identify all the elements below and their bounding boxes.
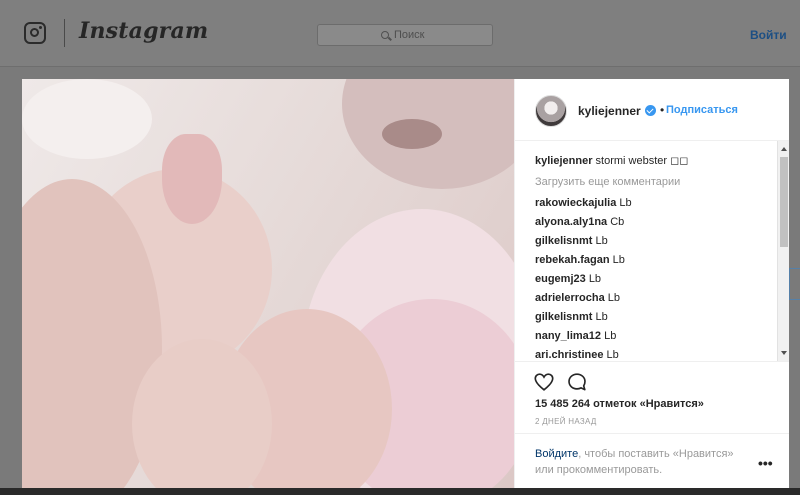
caption: kyliejenner stormi webster ◻◻ <box>535 154 688 167</box>
search-placeholder: Поиск <box>394 29 425 41</box>
comment-text: Lb <box>604 330 617 342</box>
separator-dot: • <box>660 103 665 117</box>
list-item: rebekah.fagan Lb <box>535 254 625 266</box>
comment-username[interactable]: rebekah.fagan <box>535 254 610 266</box>
comment-username[interactable]: rakowieckajulia <box>535 197 616 209</box>
background-page-element <box>789 268 800 300</box>
post-modal: kyliejenner • Подписаться kyliejenner st… <box>22 79 789 488</box>
post-photo[interactable] <box>22 79 514 488</box>
instagram-camera-icon[interactable] <box>24 22 46 44</box>
scroll-up-arrow-icon[interactable] <box>781 147 787 151</box>
search-icon <box>381 31 389 39</box>
comment-username[interactable]: gilkelisnmt <box>535 235 592 247</box>
login-prompt-text: Войдите, чтобы поставить «Нравится» или … <box>535 446 745 478</box>
heart-icon[interactable] <box>533 371 555 393</box>
comments-scrollbar[interactable] <box>777 141 789 361</box>
post-timestamp[interactable]: 2 ДНЕЙ НАЗАД <box>535 417 597 426</box>
comment-username[interactable]: nany_lima12 <box>535 330 601 342</box>
list-item: alyona.aly1na Cb <box>535 216 624 228</box>
photo-shape <box>382 119 442 149</box>
instagram-wordmark[interactable]: Instagram <box>79 18 208 44</box>
list-item: rakowieckajulia Lb <box>535 197 632 209</box>
bottom-strip <box>0 488 800 495</box>
comments-list[interactable]: kyliejenner stormi webster ◻◻ Загрузить … <box>515 141 776 361</box>
comment-bubble-icon[interactable] <box>566 371 588 393</box>
avatar[interactable] <box>535 95 567 127</box>
likes-count[interactable]: 15 485 264 отметок «Нравится» <box>535 398 704 410</box>
caption-text: stormi webster ◻◻ <box>595 155 689 167</box>
comment-username[interactable]: ari.christinee <box>535 349 603 361</box>
list-item: adrielerrocha Lb <box>535 292 620 304</box>
list-item: eugemj23 Lb <box>535 273 601 285</box>
comment-text: Lb <box>612 254 625 266</box>
post-actions: 15 485 264 отметок «Нравится» 2 ДНЕЙ НАЗ… <box>515 361 789 433</box>
comment-text: Lb <box>595 311 608 323</box>
list-item: nany_lima12 Lb <box>535 330 616 342</box>
verified-badge-icon <box>645 105 656 116</box>
scrollbar-thumb[interactable] <box>780 157 788 247</box>
more-options-icon[interactable]: ••• <box>758 455 773 471</box>
comment-text: Lb <box>607 292 621 304</box>
author-username[interactable]: kyliejenner <box>578 104 641 118</box>
comment-text: Lb <box>606 349 619 361</box>
search-input[interactable]: Поиск <box>317 24 493 46</box>
caption-username[interactable]: kyliejenner <box>535 155 592 167</box>
comment-username[interactable]: eugemj23 <box>535 273 586 285</box>
comment-username[interactable]: gilkelisnmt <box>535 311 592 323</box>
comment-username[interactable]: alyona.aly1na <box>535 216 607 228</box>
list-item: gilkelisnmt Lb <box>535 311 608 323</box>
comment-text: Cb <box>610 216 625 228</box>
comment-text: Lb <box>588 273 602 285</box>
comment-text: Lb <box>619 197 632 209</box>
post-header: kyliejenner • Подписаться <box>515 79 789 141</box>
login-link[interactable]: Войти <box>750 28 787 42</box>
comment-username[interactable]: adrielerrocha <box>535 292 605 304</box>
follow-button[interactable]: Подписаться <box>666 104 738 116</box>
top-navigation-bar: Instagram Поиск Войти <box>0 0 800 67</box>
list-item: ari.christinee Lb <box>535 349 619 361</box>
login-prompt: Войдите, чтобы поставить «Нравится» или … <box>515 433 789 488</box>
logo-divider <box>64 19 65 47</box>
post-sidebar: kyliejenner • Подписаться kyliejenner st… <box>514 79 789 488</box>
photo-shape <box>22 79 152 159</box>
scroll-down-arrow-icon[interactable] <box>781 351 787 355</box>
list-item: gilkelisnmt Lb <box>535 235 608 247</box>
photo-shape <box>162 134 222 224</box>
login-prompt-link[interactable]: Войдите <box>535 448 578 460</box>
comment-text: Lb <box>595 235 608 247</box>
load-more-comments-link[interactable]: Загрузить еще комментарии <box>535 176 680 188</box>
